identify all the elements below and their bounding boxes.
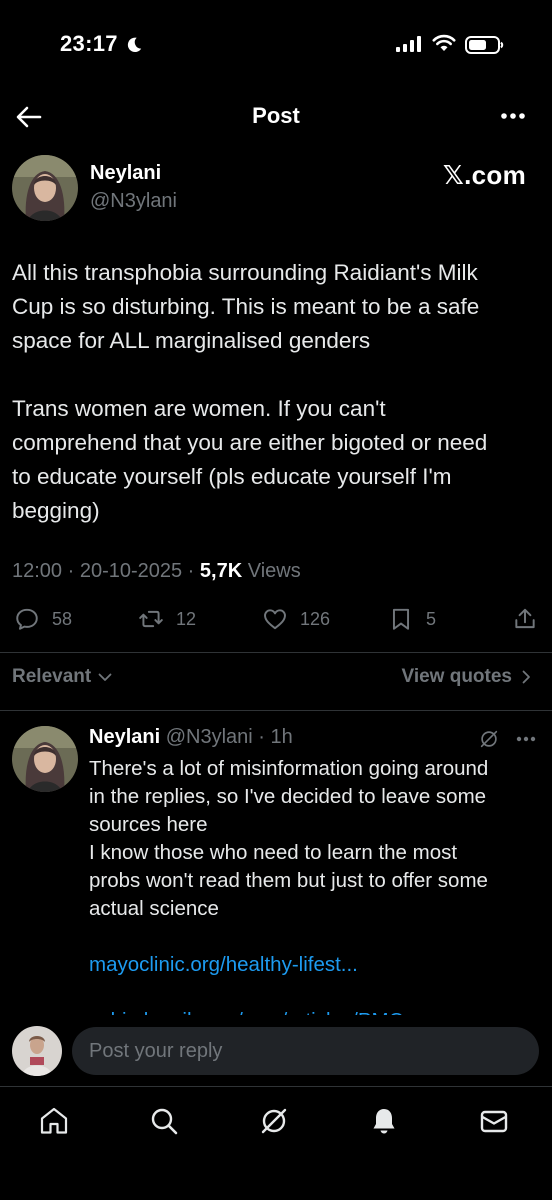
reply-icon [16,608,38,630]
bookmark-count: 5 [426,608,437,629]
home-icon [40,1107,68,1134]
notifications-icon [373,1109,395,1134]
post-text-line: space for ALL marginalised genders [12,328,371,353]
views-count[interactable]: 5,7K [200,560,242,582]
x-watermark: 𝕏.com [442,160,526,190]
status-bar: 23:17 [0,0,552,90]
repost-icon [139,610,163,628]
reply-link[interactable]: mayoclinic.org/healthy-lifest... [89,951,539,979]
nav-search[interactable] [148,1105,180,1137]
battery-icon [465,36,504,54]
like-count: 126 [300,608,331,629]
reply-author-name[interactable]: Neylani [89,726,160,748]
reply-text-line: I know those who need to learn the most [89,841,458,864]
signal-icon [396,36,421,52]
repost-count: 12 [176,608,197,629]
sort-replies-button[interactable]: Relevant [12,666,113,688]
reply-separator: · [252,726,271,748]
post-meta: 12:00 · 20-10-2025 · 5,7K Views [12,560,301,583]
bookmark-icon [392,608,410,630]
more-icon[interactable] [500,112,526,120]
reply-post[interactable]: Neylani @N3ylani · 1h There's a lot of m… [0,712,552,1015]
reply-link-partial[interactable]: ncbi.nlm.nih.gov/pmc/articles/PMC [89,1007,539,1015]
more-icon[interactable] [516,736,536,742]
reply-author-handle[interactable]: @N3ylani [166,726,253,748]
reply-text-line: There's a lot of misinformation going ar… [89,757,489,780]
post-text-line: All this transphobia surrounding Raidian… [12,260,478,285]
nav-notifications[interactable] [368,1105,400,1137]
reply-composer [0,1016,552,1086]
reply-text-line: actual science [89,897,219,920]
share-button[interactable] [512,606,550,632]
post-header: Post [0,90,552,145]
sort-label: Relevant [12,666,92,687]
grok-icon [261,1108,287,1134]
author-handle[interactable]: @N3ylani [90,190,177,213]
wifi-icon [432,34,456,51]
share-icon [515,608,535,629]
post-actions: 58 12 126 5 [0,606,552,636]
paragraph-break [89,923,539,951]
divider [0,652,552,653]
reply-button[interactable]: 58 [14,606,72,632]
chevron-right-icon [522,670,530,684]
divider [0,710,552,711]
messages-icon [480,1110,508,1133]
bottom-nav [0,1086,552,1200]
author-name[interactable]: Neylani [90,162,161,185]
moon-icon [127,37,142,53]
replies-filter: Relevant View quotes [0,664,552,694]
reply-text-line: in the replies, so I've decided to leave… [89,785,487,808]
bookmark-button[interactable]: 5 [388,606,436,632]
reply-text-line: sources here [89,813,208,836]
avatar[interactable] [12,155,78,221]
nav-messages[interactable] [478,1105,510,1137]
paragraph-break [12,358,542,392]
paragraph-break [89,979,539,1007]
avatar[interactable] [12,726,78,792]
post-text-line: Cup is so disturbing. This is meant to b… [12,294,480,319]
view-quotes-label: View quotes [401,666,512,687]
search-icon [151,1108,178,1135]
reply-count: 58 [52,608,73,629]
grok-icon[interactable] [478,728,500,750]
post-text-line: comprehend that you are either bigoted o… [12,430,488,455]
like-button[interactable]: 126 [262,606,330,632]
page-title: Post [252,103,300,128]
reply-time: 1h [270,726,293,748]
chevron-down-icon [98,673,112,681]
views-label: Views [242,560,301,582]
reply-text-line: probs won't read them but just to offer … [89,869,488,892]
post-text-line: to educate yourself (pls educate yoursel… [12,464,452,489]
post-text: All this transphobia surrounding Raidian… [12,256,542,528]
reply-text: There's a lot of misinformation going ar… [89,755,539,1015]
view-quotes-button[interactable]: View quotes [401,666,534,688]
reply-input[interactable] [72,1027,539,1075]
post-text-line: Trans women are women. If you can't [12,396,386,421]
nav-grok[interactable] [258,1105,290,1137]
post-timestamp: 12:00 · 20-10-2025 · [12,560,200,582]
post-text-line: begging) [12,498,100,523]
user-avatar[interactable] [12,1026,62,1076]
nav-home[interactable] [38,1105,70,1137]
repost-button[interactable]: 12 [138,606,196,632]
heart-icon [264,609,286,630]
reply-header: Neylani @N3ylani · 1h [89,726,293,749]
status-time: 23:17 [60,31,118,56]
